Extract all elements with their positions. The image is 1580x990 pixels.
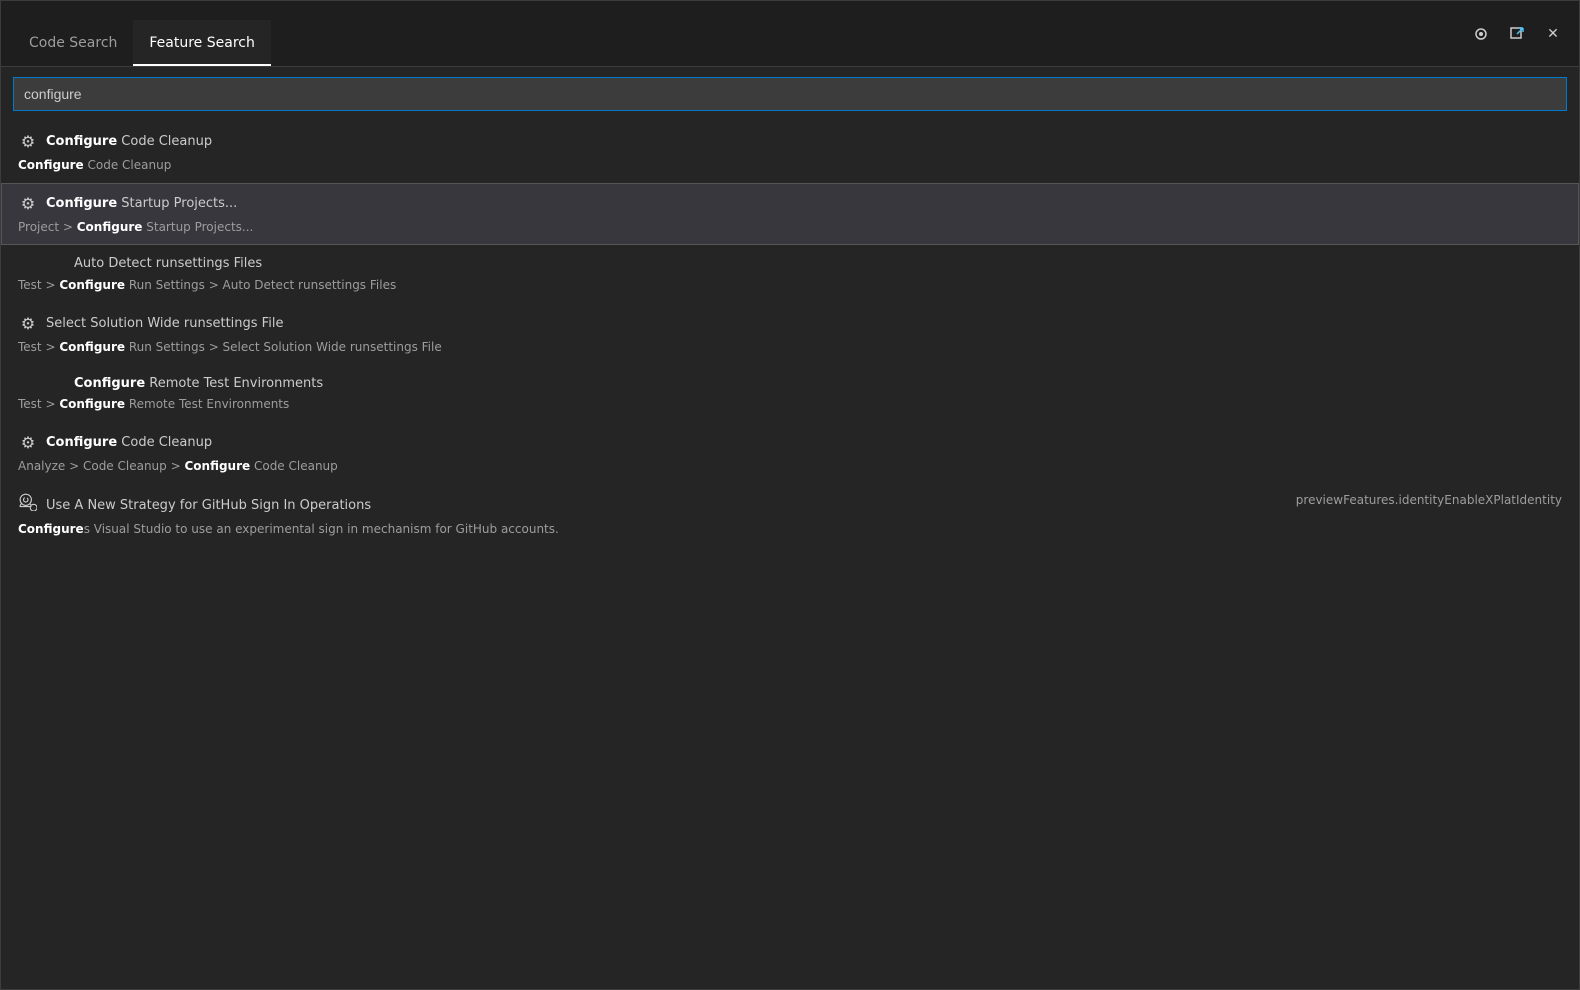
gear-icon: ⚙ [18, 312, 38, 336]
github-icon [18, 493, 38, 518]
result-item-main: Use A New Strategy for GitHub Sign In Op… [18, 493, 1296, 518]
result-item[interactable]: Configure Remote Test Environments Test … [1, 365, 1579, 423]
result-item[interactable]: ⚙ Configure Startup Projects... Project … [1, 183, 1579, 245]
result-item-sub: Test > Configure Run Settings > Auto Det… [18, 276, 1562, 294]
result-item-sub: Project > Configure Startup Projects... [18, 218, 1562, 236]
tab-bar: Code Search Feature Search ✕ [1, 1, 1579, 67]
result-item-main: ⚙ Configure Startup Projects... [18, 192, 1562, 216]
titlebar-actions: ✕ [1467, 20, 1567, 48]
result-item[interactable]: ⚙ Configure Code Cleanup Analyze > Code … [1, 422, 1579, 484]
result-item-sub: Analyze > Code Cleanup > Configure Code … [18, 457, 1562, 475]
main-window: Code Search Feature Search ✕ [0, 0, 1580, 990]
gear-icon: ⚙ [18, 431, 38, 455]
result-item[interactable]: ⚙ Select Solution Wide runsettings File … [1, 303, 1579, 365]
result-item-sub: Test > Configure Remote Test Environment… [18, 395, 1562, 413]
gear-icon: ⚙ [18, 192, 38, 216]
result-item-main: Configure Remote Test Environments [18, 374, 1562, 394]
result-item-main: Auto Detect runsettings Files [18, 254, 1562, 274]
tab-code-search[interactable]: Code Search [13, 20, 133, 66]
result-item[interactable]: Use A New Strategy for GitHub Sign In Op… [1, 484, 1579, 547]
preview-tag: previewFeatures.identityEnableXPlatIdent… [1296, 493, 1562, 507]
close-button[interactable]: ✕ [1539, 20, 1567, 48]
tab-code-search-label: Code Search [29, 35, 117, 51]
open-in-editor-icon[interactable] [1503, 20, 1531, 48]
result-item-sub: Configure Code Cleanup [18, 156, 1562, 174]
gear-icon: ⚙ [18, 130, 38, 154]
result-item-sub: Test > Configure Run Settings > Select S… [18, 338, 1562, 356]
search-input[interactable] [13, 77, 1567, 111]
tab-feature-search[interactable]: Feature Search [133, 20, 270, 66]
result-item-main: ⚙ Configure Code Cleanup [18, 130, 1562, 154]
search-container [1, 67, 1579, 121]
tab-feature-search-label: Feature Search [149, 35, 254, 51]
result-item-main: ⚙ Select Solution Wide runsettings File [18, 312, 1562, 336]
result-item-row: Use A New Strategy for GitHub Sign In Op… [18, 493, 1562, 538]
result-item-sub: Configures Visual Studio to use an exper… [18, 520, 1296, 538]
result-item-main: ⚙ Configure Code Cleanup [18, 431, 1562, 455]
results-list: ⚙ Configure Code Cleanup Configure Code … [1, 121, 1579, 989]
result-item[interactable]: Auto Detect runsettings Files Test > Con… [1, 245, 1579, 303]
result-item[interactable]: ⚙ Configure Code Cleanup Configure Code … [1, 121, 1579, 183]
preview-icon[interactable] [1467, 20, 1495, 48]
